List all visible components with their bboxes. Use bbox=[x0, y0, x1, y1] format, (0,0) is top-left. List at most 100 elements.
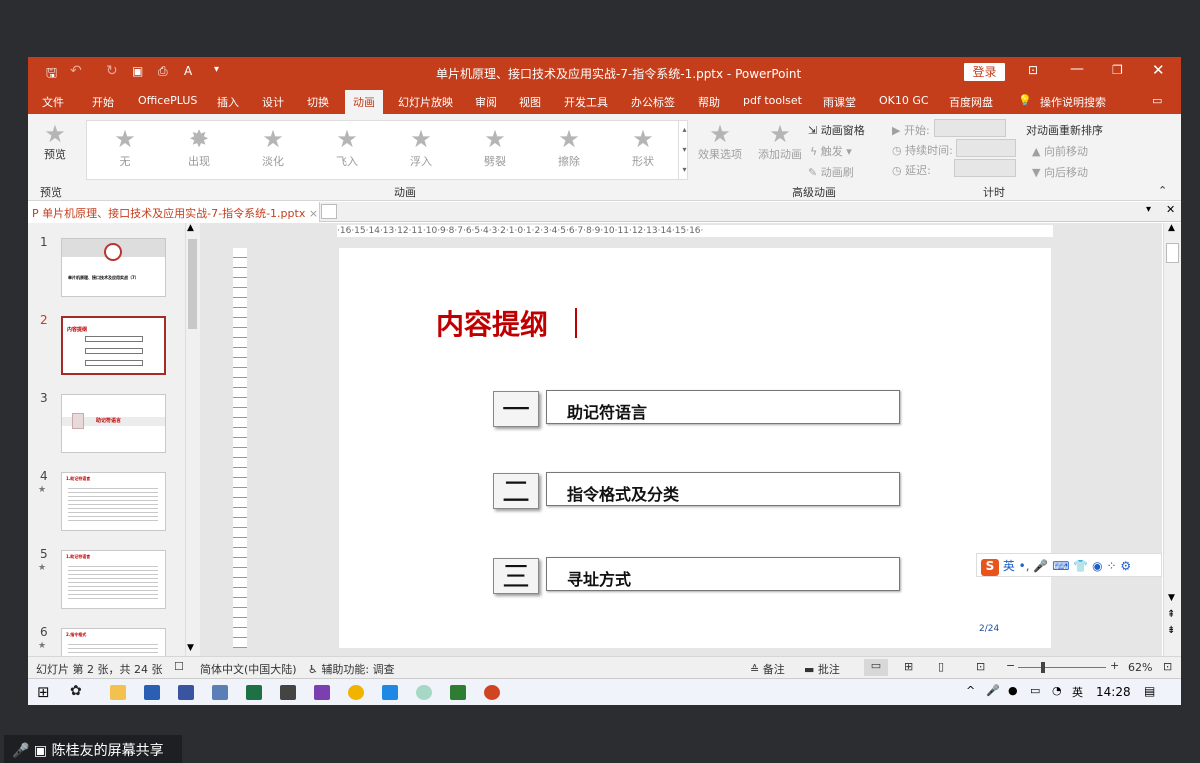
effect-float-in[interactable]: ★ 浮入 bbox=[391, 127, 451, 169]
slide-sorter-icon[interactable]: ⊞ bbox=[904, 660, 913, 673]
keyboard-icon[interactable]: ⌨ bbox=[1052, 559, 1069, 573]
spellcheck-icon[interactable]: ☐ bbox=[174, 660, 184, 673]
tab-slideshow[interactable]: 幻灯片放映 bbox=[398, 94, 453, 110]
slide-thumbnail-selected[interactable]: 内容提纲 bbox=[61, 316, 166, 375]
gallery-scroll[interactable]: ▴ ▾ ▾ bbox=[678, 120, 690, 180]
ime-tray-icon[interactable]: 英 bbox=[1072, 684, 1083, 700]
app-icon[interactable] bbox=[314, 685, 330, 700]
mic-icon[interactable]: 🎤 bbox=[12, 743, 29, 759]
outline-number-box[interactable]: 三 bbox=[493, 558, 539, 594]
excel-icon[interactable] bbox=[246, 685, 262, 700]
tab-pdf-toolset[interactable]: pdf toolset bbox=[743, 94, 802, 107]
add-animation-button[interactable]: ★ 添加动画 bbox=[758, 122, 802, 162]
app-icon[interactable] bbox=[280, 685, 296, 700]
notification-icon[interactable]: ▤ bbox=[1144, 684, 1155, 698]
slide-thumbnail[interactable]: 1.助记符语言 bbox=[61, 550, 166, 609]
windows-start-icon[interactable]: ⊞ bbox=[37, 683, 50, 701]
slideshow-view-icon[interactable]: ⊡ bbox=[976, 660, 985, 673]
scroll-thumb[interactable] bbox=[1166, 243, 1179, 263]
app-icon[interactable] bbox=[450, 685, 466, 700]
app-icon[interactable]: ✿ bbox=[70, 683, 82, 699]
effect-shape[interactable]: ★ 形状 bbox=[613, 127, 673, 169]
file-explorer-icon[interactable] bbox=[110, 685, 126, 700]
slide-thumbnail[interactable]: 单片机原理、接口技术及应用实战（7） bbox=[61, 238, 166, 297]
preview-button[interactable]: ★ 预览 bbox=[38, 122, 72, 162]
slide-thumbnail[interactable]: 1.助记符语言 bbox=[61, 472, 166, 531]
delay-input[interactable] bbox=[954, 159, 1016, 177]
powerpoint-icon[interactable] bbox=[484, 685, 500, 700]
tab-view[interactable]: 视图 bbox=[519, 94, 541, 110]
normal-view-icon[interactable]: ▭ bbox=[864, 659, 888, 676]
zoom-in-icon[interactable]: + bbox=[1110, 659, 1119, 672]
tab-baidu-netdisk[interactable]: 百度网盘 bbox=[949, 94, 993, 110]
redo-icon[interactable]: ↻ bbox=[106, 63, 118, 79]
app-icon[interactable] bbox=[178, 685, 194, 700]
punctuation-icon[interactable]: •, bbox=[1019, 559, 1030, 573]
zoom-out-icon[interactable]: − bbox=[1006, 659, 1015, 672]
move-later-button[interactable]: ▼ 向后移动 bbox=[1032, 164, 1088, 180]
tab-rain-classroom[interactable]: 雨课堂 bbox=[823, 94, 856, 110]
close-icon[interactable]: ✕ bbox=[1152, 61, 1165, 79]
tab-animations[interactable]: 动画 bbox=[345, 90, 383, 114]
start-dropdown[interactable] bbox=[934, 119, 1006, 137]
tell-me-search[interactable]: 操作说明搜索 bbox=[1040, 94, 1106, 110]
comments-button[interactable]: ▬ 批注 bbox=[804, 661, 840, 677]
scroll-up-icon[interactable]: ▲ bbox=[1168, 223, 1175, 233]
tab-office-tab[interactable]: 办公标签 bbox=[631, 94, 675, 110]
zoom-slider[interactable] bbox=[1018, 667, 1106, 668]
accessibility-status[interactable]: ♿ 辅助功能: 调查 bbox=[308, 661, 395, 677]
collapse-ribbon-icon[interactable]: ⌃ bbox=[1158, 184, 1167, 197]
scroll-down-icon[interactable]: ▼ bbox=[1168, 593, 1175, 603]
effect-appear[interactable]: ✸ 出现 bbox=[169, 127, 229, 169]
effect-fade[interactable]: ★ 淡化 bbox=[243, 127, 303, 169]
ribbon-display-icon[interactable]: ⊡ bbox=[1028, 63, 1038, 77]
print-icon[interactable]: ⎙ bbox=[158, 64, 168, 79]
chrome-icon[interactable] bbox=[348, 685, 364, 700]
mic-tray-icon[interactable]: 🎤 bbox=[986, 684, 1000, 697]
slide-thumbnail[interactable]: 助记符语言 bbox=[61, 394, 166, 453]
fit-to-window-icon[interactable]: ⊡ bbox=[1163, 660, 1172, 673]
tab-home[interactable]: 开始 bbox=[92, 94, 114, 110]
next-slide-icon[interactable]: ⇟ bbox=[1167, 625, 1175, 636]
tab-close-all-icon[interactable]: ✕ bbox=[1166, 203, 1175, 216]
tab-developer[interactable]: 开发工具 bbox=[564, 94, 608, 110]
game-icon[interactable]: ◉ bbox=[1092, 559, 1102, 573]
tab-officeplus[interactable]: OfficePLUS bbox=[138, 94, 197, 107]
customize-qat-icon[interactable]: ▾ bbox=[214, 64, 219, 75]
document-tab[interactable]: P 单片机原理、接口技术及应用实战-7-指令系统-1.pptx × bbox=[28, 202, 320, 222]
login-button[interactable]: 登录 bbox=[964, 63, 1005, 81]
zoom-slider-thumb[interactable] bbox=[1041, 662, 1045, 673]
apps-icon[interactable]: ⁘ bbox=[1106, 559, 1116, 573]
settings-icon[interactable]: ⚙ bbox=[1120, 559, 1131, 573]
mic-icon[interactable]: 🎤 bbox=[1033, 559, 1048, 573]
tab-ok10gc[interactable]: OK10 GC bbox=[879, 94, 929, 107]
app-icon[interactable] bbox=[416, 685, 432, 700]
new-tab-button[interactable] bbox=[321, 204, 337, 219]
tab-transitions[interactable]: 切换 bbox=[307, 94, 329, 110]
effect-none[interactable]: ★ 无 bbox=[95, 127, 155, 169]
word-icon[interactable] bbox=[144, 685, 160, 700]
comments-icon[interactable]: ▭ bbox=[1152, 94, 1162, 107]
thumbnails-scrollbar[interactable]: ▲ ▼ bbox=[185, 223, 199, 656]
tab-help[interactable]: 帮助 bbox=[698, 94, 720, 110]
tab-review[interactable]: 审阅 bbox=[475, 94, 497, 110]
zoom-level[interactable]: 62% bbox=[1128, 661, 1152, 674]
previous-slide-icon[interactable]: ⇞ bbox=[1167, 609, 1175, 620]
skin-icon[interactable]: 👕 bbox=[1073, 559, 1088, 573]
scroll-down-icon[interactable]: ▼ bbox=[187, 643, 194, 653]
animation-painter-button[interactable]: ✎ 动画刷 bbox=[808, 164, 854, 180]
scroll-up-icon[interactable]: ▲ bbox=[187, 223, 194, 233]
editor-scrollbar[interactable]: ▲ ▼ ⇞ ⇟ bbox=[1163, 223, 1181, 656]
move-earlier-button[interactable]: ▲ 向前移动 bbox=[1032, 143, 1088, 159]
minimize-icon[interactable]: — bbox=[1070, 61, 1084, 77]
font-icon[interactable]: A bbox=[184, 64, 192, 78]
outline-number-box[interactable]: 二 bbox=[493, 473, 539, 509]
notes-button[interactable]: ≙ 备注 bbox=[750, 661, 785, 677]
clock[interactable]: 14:28 bbox=[1096, 685, 1131, 699]
present-icon[interactable]: ▣ bbox=[132, 64, 143, 78]
wifi-icon[interactable]: ◔ bbox=[1052, 684, 1062, 697]
close-tab-icon[interactable]: × bbox=[309, 207, 318, 220]
effect-split[interactable]: ★ 劈裂 bbox=[465, 127, 525, 169]
duration-input[interactable] bbox=[956, 139, 1016, 157]
outline-number-box[interactable]: 一 bbox=[493, 391, 539, 427]
